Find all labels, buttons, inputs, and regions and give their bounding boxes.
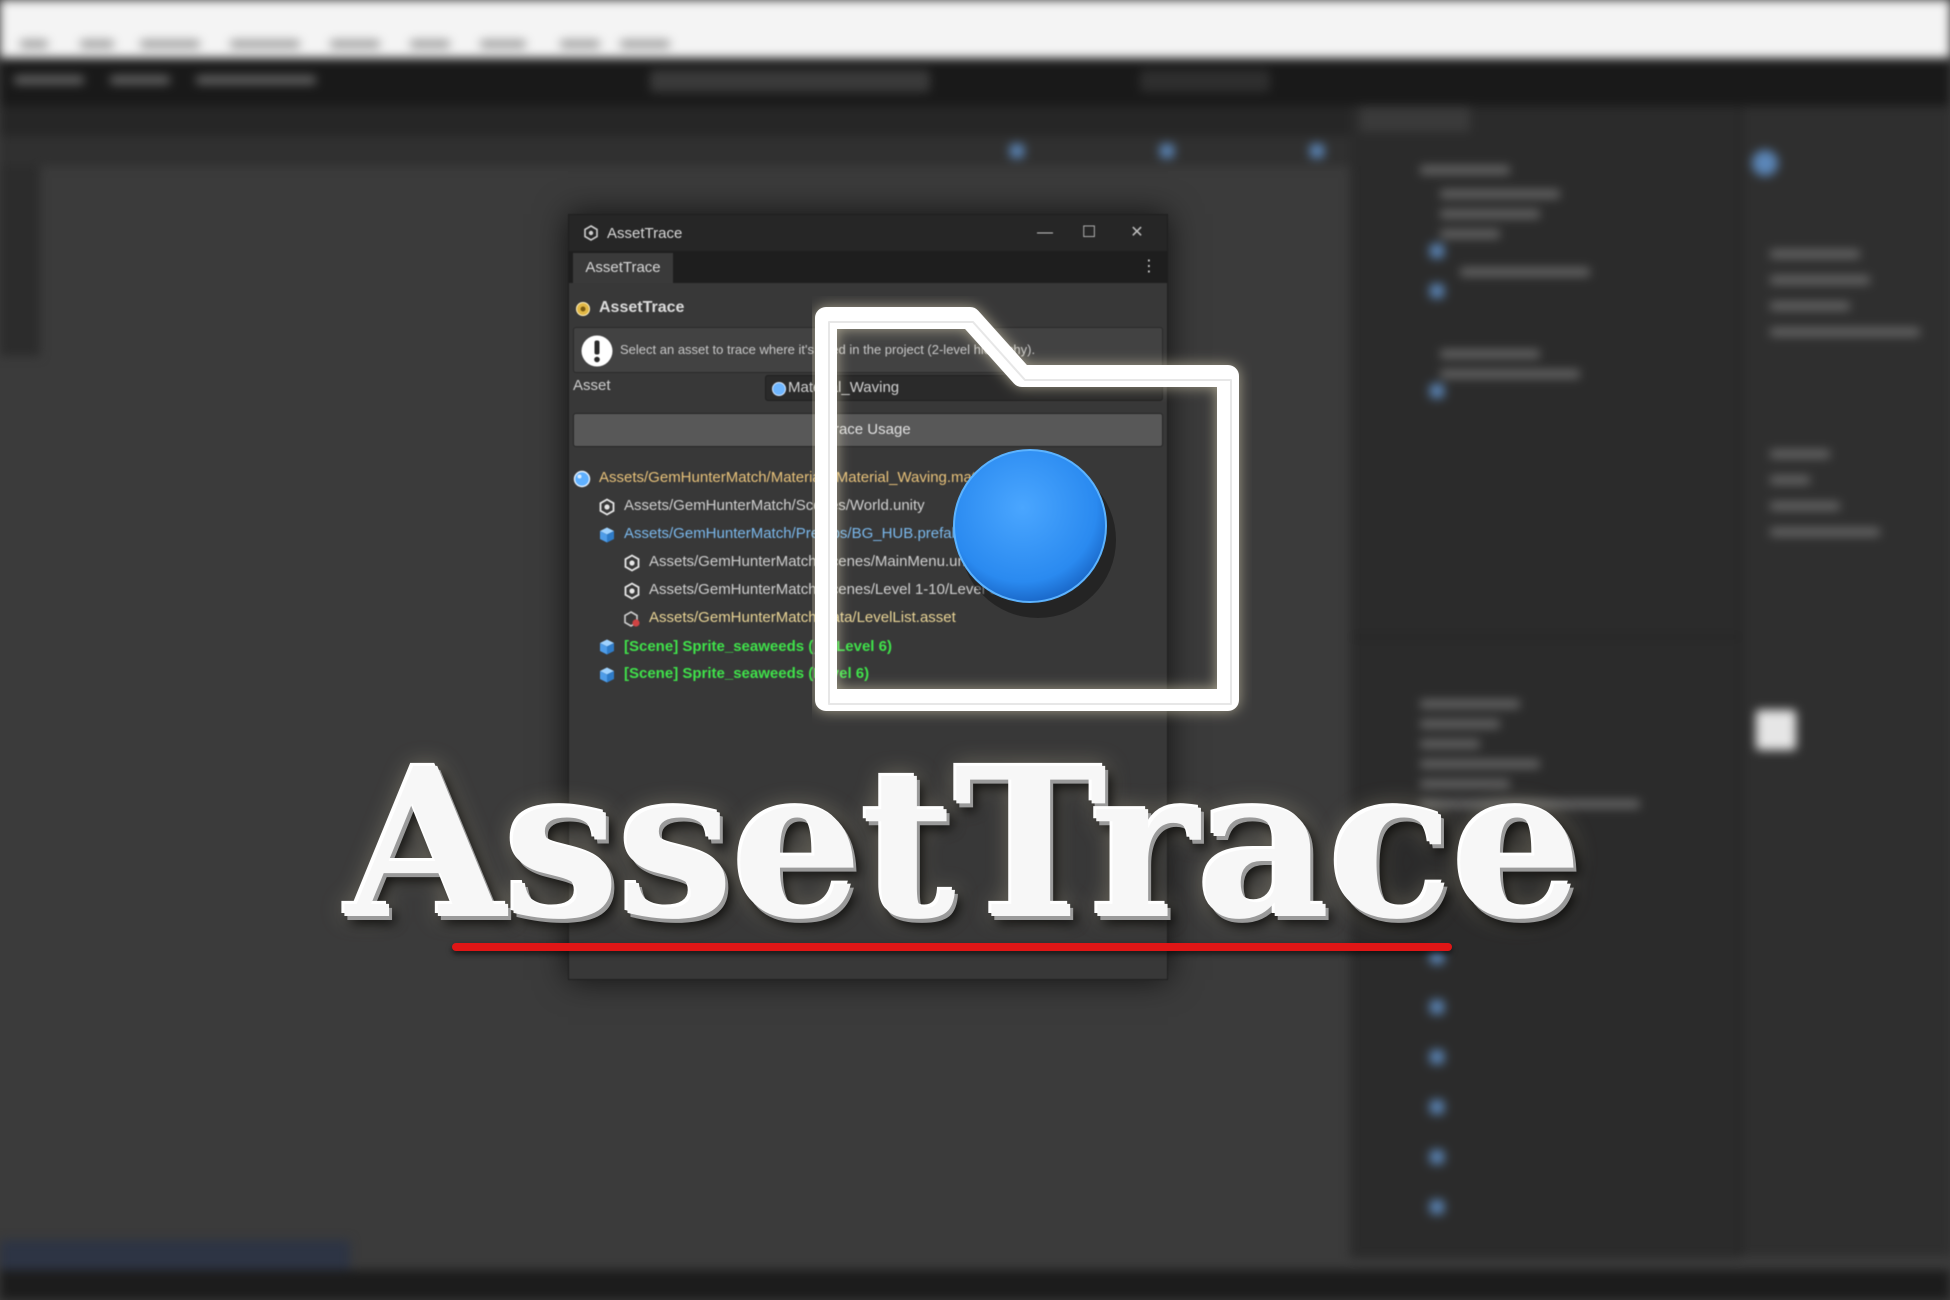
inspector-field bbox=[1770, 450, 1830, 458]
project-icon bbox=[1430, 1200, 1444, 1214]
prefab-icon bbox=[600, 527, 614, 543]
hierarchy-tab bbox=[1360, 106, 1470, 132]
prefab-icon bbox=[600, 667, 614, 683]
hierarchy-item bbox=[1440, 350, 1540, 358]
menu-item bbox=[410, 40, 450, 48]
scriptable-object-icon bbox=[624, 611, 640, 627]
scene-tabs bbox=[0, 106, 1350, 136]
hierarchy-item bbox=[1440, 190, 1560, 198]
project-icon bbox=[1430, 1100, 1444, 1114]
toolbar-item bbox=[196, 76, 316, 84]
unity-scene-icon bbox=[624, 554, 640, 572]
scene-tools bbox=[0, 166, 40, 356]
close-button[interactable]: ✕ bbox=[1117, 221, 1157, 245]
material-icon bbox=[573, 470, 591, 488]
window-tab-bar: AssetTrace ⋮ bbox=[569, 251, 1167, 283]
inspector-field bbox=[1770, 328, 1920, 336]
menu-bar bbox=[0, 0, 1950, 58]
inspector-field bbox=[1770, 502, 1840, 510]
status-bar bbox=[0, 1270, 1950, 1300]
inspector-field bbox=[1770, 476, 1810, 484]
inspector-field bbox=[1770, 276, 1870, 284]
inspector-field bbox=[1770, 302, 1850, 310]
scene-overlay-bar bbox=[0, 1240, 350, 1270]
hierarchy-item bbox=[1440, 230, 1500, 238]
folder-with-blue-dot-icon bbox=[815, 307, 1239, 711]
tab-asset-trace[interactable]: AssetTrace bbox=[573, 253, 673, 283]
inspector-field bbox=[1770, 528, 1880, 536]
project-icon bbox=[1430, 1050, 1444, 1064]
hierarchy-item bbox=[1440, 370, 1580, 378]
toolbar-item bbox=[14, 76, 84, 84]
prefab-icon bbox=[600, 639, 614, 655]
toolbar-icon bbox=[1310, 144, 1324, 158]
minimize-button[interactable]: — bbox=[1025, 221, 1065, 245]
material-icon bbox=[772, 382, 786, 396]
inspector-field bbox=[1770, 250, 1860, 258]
toolbar-group bbox=[1140, 70, 1270, 92]
hierarchy-item bbox=[1460, 268, 1590, 276]
menu-item bbox=[330, 40, 380, 48]
blue-dot bbox=[953, 449, 1107, 603]
project-item bbox=[1420, 700, 1520, 708]
project-icon bbox=[1430, 1150, 1444, 1164]
window-titlebar[interactable]: AssetTrace — ☐ ✕ bbox=[569, 215, 1167, 251]
menu-item bbox=[140, 40, 200, 48]
hierarchy-icon bbox=[1430, 384, 1444, 398]
tab-menu-button[interactable]: ⋮ bbox=[1141, 255, 1157, 279]
panel-heading-text: AssetTrace bbox=[599, 299, 685, 316]
toolbar-item bbox=[110, 76, 170, 84]
project-icon bbox=[1430, 1000, 1444, 1014]
menu-item bbox=[480, 40, 526, 48]
brand-title: AssetTrace bbox=[346, 723, 1583, 965]
menu-item bbox=[620, 40, 670, 48]
unity-scene-icon bbox=[624, 582, 640, 600]
window-title: AssetTrace bbox=[607, 225, 683, 242]
play-controls bbox=[650, 70, 930, 92]
unity-window-icon bbox=[584, 225, 598, 241]
inspector-icon bbox=[1752, 150, 1778, 176]
menu-item bbox=[80, 40, 114, 48]
inspector-preview bbox=[1756, 710, 1796, 750]
asset-field-label: Asset bbox=[573, 377, 611, 394]
hierarchy-item bbox=[1420, 166, 1510, 174]
brand-underline bbox=[452, 943, 1452, 951]
menu-item bbox=[20, 40, 48, 48]
menu-item bbox=[560, 40, 600, 48]
menu-item bbox=[230, 40, 300, 48]
asset-trace-heading-icon bbox=[576, 302, 590, 316]
info-exclamation-icon bbox=[581, 335, 613, 367]
toolbar-icon bbox=[1010, 144, 1024, 158]
scene-toolbar bbox=[0, 136, 1350, 166]
hierarchy-item bbox=[1440, 210, 1540, 218]
unity-scene-icon bbox=[599, 498, 615, 516]
hierarchy-icon bbox=[1430, 244, 1444, 258]
maximize-button[interactable]: ☐ bbox=[1069, 221, 1109, 245]
hierarchy-icon bbox=[1430, 284, 1444, 298]
toolbar-icon bbox=[1160, 144, 1174, 158]
